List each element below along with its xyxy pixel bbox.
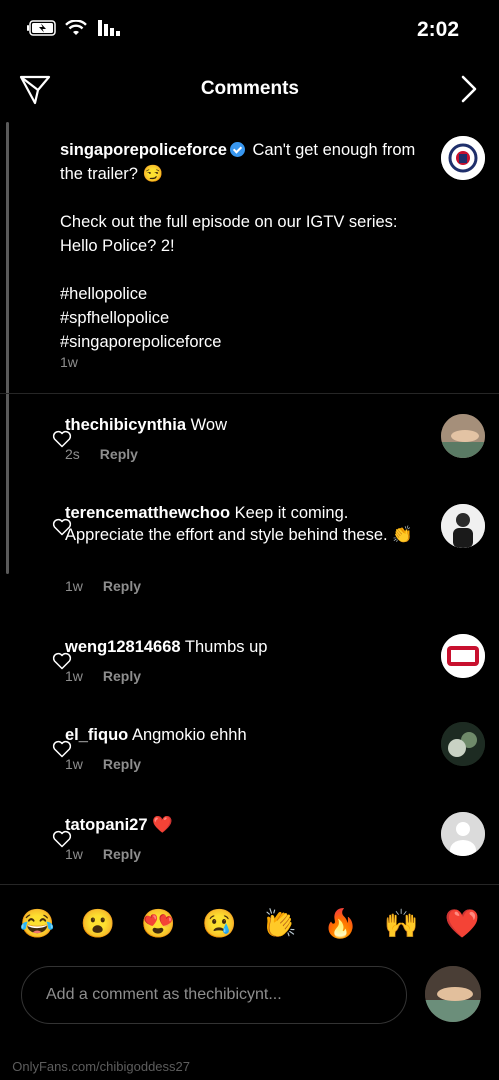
caption-hashtags: #hellopolice #spfhellopolice #singaporep…: [60, 282, 425, 354]
emoji-clap-button[interactable]: 👏: [261, 907, 299, 940]
hashtag[interactable]: #spfhellopolice: [60, 306, 425, 330]
user-photo-icon: [425, 966, 481, 1022]
comment-text: el_fiquo Angmokio ehhh: [65, 724, 425, 746]
comment-meta: 1w Reply: [65, 846, 425, 862]
comment-text: thechibicynthia Wow: [65, 414, 425, 436]
comment-item: weng12814668 Thumbs up 1w Reply: [0, 624, 499, 694]
like-heart-icon[interactable]: [52, 430, 72, 448]
comment-time: 2s: [65, 446, 80, 462]
comment-time: 1w: [65, 846, 83, 862]
comment-input-wrapper[interactable]: [21, 966, 407, 1024]
caption-username[interactable]: singaporepoliceforce: [60, 141, 227, 159]
hashtag[interactable]: #singaporepoliceforce: [60, 330, 425, 354]
comment-item: tatopani27 ❤️ 1w Reply: [0, 802, 499, 872]
emoji-fire-button[interactable]: 🔥: [322, 907, 360, 940]
emoji-raised-hands-button[interactable]: 🙌: [382, 907, 420, 940]
reply-button[interactable]: Reply: [103, 578, 141, 594]
post-caption: singaporepoliceforce Can't get enough fr…: [0, 130, 499, 394]
comment-username[interactable]: weng12814668: [65, 638, 181, 656]
comment-text: tatopani27 ❤️: [65, 814, 425, 836]
comment-meta: 2s Reply: [65, 446, 425, 462]
comment-username[interactable]: tatopani27: [65, 816, 148, 834]
page-title: Comments: [0, 78, 499, 100]
emoji-heart-button[interactable]: ❤️: [443, 907, 481, 940]
emoji-laughing-button[interactable]: 😂: [18, 907, 56, 940]
reply-button[interactable]: Reply: [103, 668, 141, 684]
share-send-icon[interactable]: [18, 72, 52, 106]
emoji-row: ❤️ 🙌 🔥 👏 😢 😍 😮 😂: [18, 907, 481, 940]
avatar-thechibicynthia[interactable]: [441, 414, 485, 458]
comment-time: 1w: [65, 756, 83, 772]
status-time: 2:02: [417, 18, 459, 42]
user-photo-icon: [441, 414, 485, 458]
status-icons: [26, 20, 120, 36]
comment-username[interactable]: terencematthewchoo: [65, 504, 230, 522]
battery-charging-icon: [27, 20, 56, 36]
wifi-icon: [65, 20, 87, 35]
comment-input[interactable]: [46, 967, 386, 1023]
reply-button[interactable]: Reply: [103, 756, 141, 772]
like-heart-icon[interactable]: [52, 740, 72, 758]
header: Comments: [0, 62, 499, 116]
comment-time: 1w: [65, 668, 83, 684]
like-heart-icon[interactable]: [52, 518, 72, 536]
avatar-terencematthewchoo[interactable]: [441, 504, 485, 548]
comment-meta: 1w Reply: [65, 668, 425, 684]
default-user-icon: [441, 812, 485, 856]
hashtag[interactable]: #hellopolice: [60, 282, 425, 306]
page-title-text: Comments: [200, 78, 299, 99]
comment-item: thechibicynthia Wow 2s Reply: [0, 404, 499, 482]
emoji-surprised-button[interactable]: 😮: [79, 907, 117, 940]
comment-body: Angmokio ehhh: [131, 726, 247, 744]
emoji-reaction-bar: ❤️ 🙌 🔥 👏 😢 😍 😮 😂: [0, 884, 499, 968]
comment-text: weng12814668 Thumbs up: [65, 636, 425, 658]
comment-composer: [0, 966, 499, 1026]
comment-meta: 1w Reply: [65, 756, 425, 772]
comment-body: Thumbs up: [184, 638, 268, 656]
comment-time: 1w: [65, 578, 83, 594]
status-bar: 2:02: [0, 0, 499, 60]
police-crest-icon: [441, 136, 485, 180]
emoji-heart-eyes-button[interactable]: 😍: [139, 907, 177, 940]
comment-item: el_fiquo Angmokio ehhh 1w Reply: [0, 712, 499, 782]
comment-text: terencematthewchoo Keep it coming. Appre…: [65, 502, 425, 546]
avatar-singaporepoliceforce[interactable]: [441, 136, 485, 180]
avatar-tatopani27[interactable]: [441, 812, 485, 856]
comment-item: terencematthewchoo Keep it coming. Appre…: [0, 494, 499, 604]
reply-button[interactable]: Reply: [103, 846, 141, 862]
watermark-text: OnlyFans.com/chibigoddess27: [12, 1059, 190, 1074]
comment-username[interactable]: el_fiquo: [65, 726, 128, 744]
like-heart-icon[interactable]: [52, 652, 72, 670]
user-photo-icon: [441, 634, 485, 678]
avatar-el_fiquo[interactable]: [441, 722, 485, 766]
like-heart-icon[interactable]: [52, 830, 72, 848]
status-time-text: 2:02: [416, 18, 459, 41]
user-photo-icon: [441, 504, 485, 548]
comment-meta: 1w Reply: [65, 578, 425, 594]
comment-username[interactable]: thechibicynthia: [65, 416, 186, 434]
verified-badge-icon: [229, 142, 245, 157]
avatar-weng12814668[interactable]: [441, 634, 485, 678]
watermark: OnlyFans.com/chibigoddess27: [12, 1059, 190, 1074]
emoji-crying-button[interactable]: 😢: [200, 907, 238, 940]
signal-icon: [98, 20, 120, 36]
caption-line2: Check out the full episode on our IGTV s…: [60, 213, 398, 255]
current-user-avatar: [425, 966, 481, 1022]
comment-body: Wow: [190, 416, 227, 434]
comment-body: ❤️: [152, 816, 173, 834]
caption-text-block: singaporepoliceforce Can't get enough fr…: [60, 138, 425, 354]
caption-time: 1w: [60, 354, 78, 370]
user-photo-icon: [441, 722, 485, 766]
caption-meta: 1w: [60, 354, 425, 370]
reply-button[interactable]: Reply: [100, 446, 138, 462]
